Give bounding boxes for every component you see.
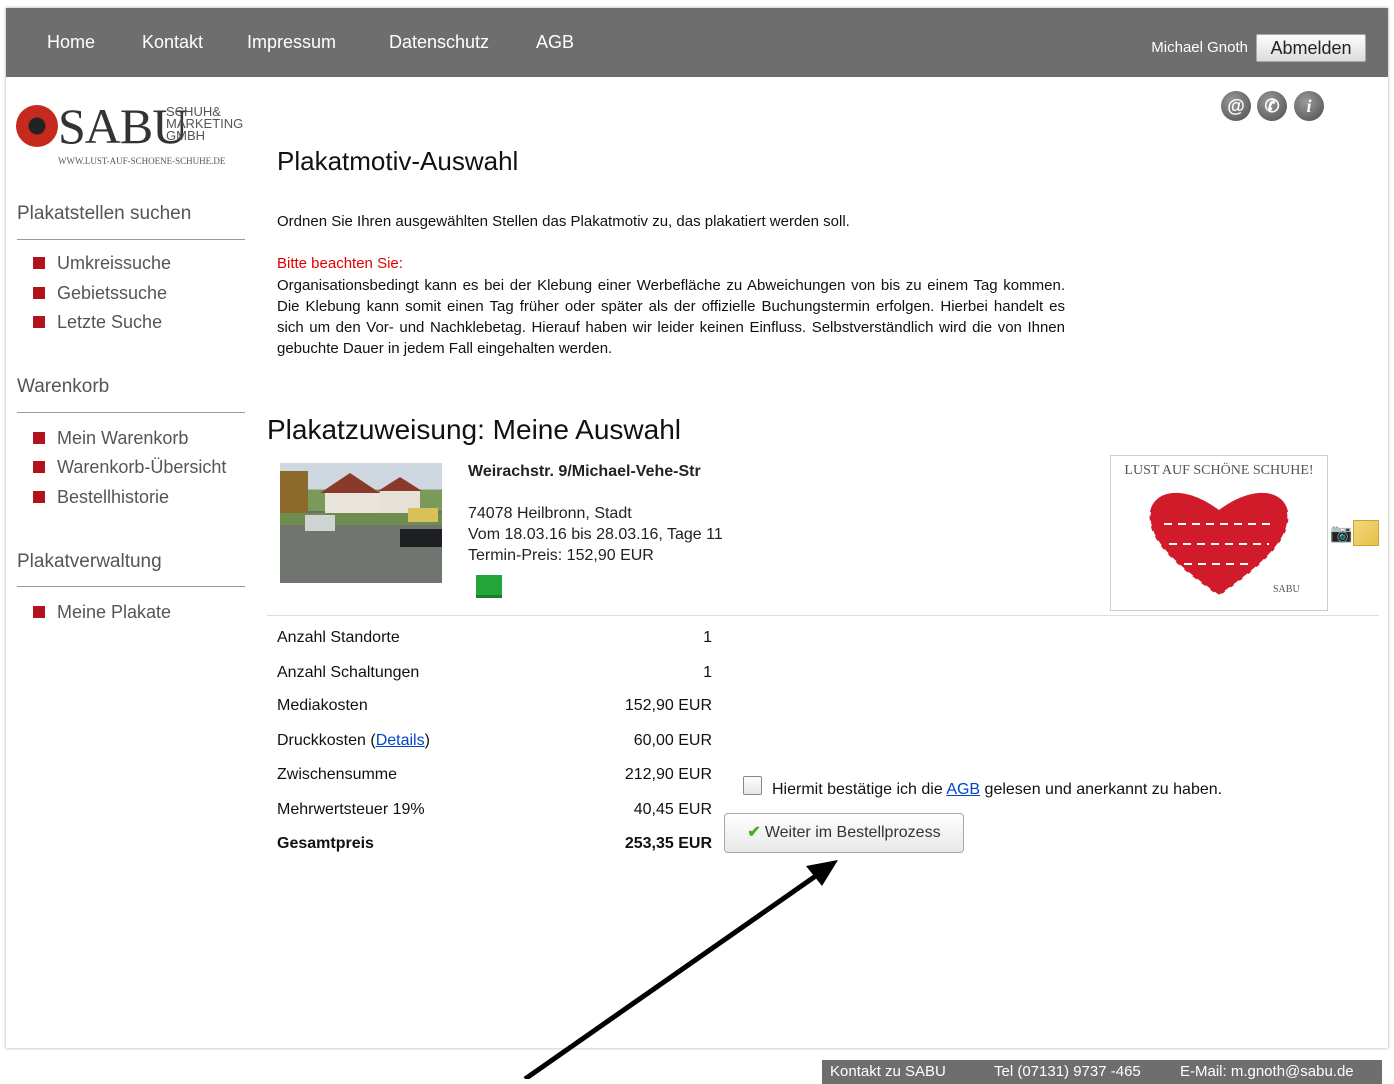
summary-value: 40,45 EUR (633, 801, 712, 818)
sidebar-item-umkreissuche[interactable]: Umkreissuche (33, 253, 171, 274)
bullet-square-icon (33, 432, 45, 444)
bullet-square-icon (33, 257, 45, 269)
phone-icon[interactable]: ✆ (1257, 91, 1287, 121)
location-city: 74078 Heilbronn, Stadt (468, 505, 632, 522)
summary-label: Zwischensumme (277, 766, 398, 783)
sidebar-item-gebietssuche[interactable]: Gebietssuche (33, 283, 167, 304)
bullet-square-icon (33, 606, 45, 618)
billboard-type-icon (476, 575, 502, 598)
checkmark-icon: ✔ (747, 824, 761, 841)
sidebar-heading-search: Plakatstellen suchen (17, 203, 192, 224)
location-photo[interactable] (280, 463, 442, 583)
page-container: Home Kontakt Impressum Datenschutz AGB M… (6, 8, 1388, 1048)
notice-heading: Bitte beachten Sie: (277, 255, 403, 272)
footer-email[interactable]: E-Mail: m.gnoth@sabu.de (1180, 1060, 1354, 1084)
heart-shoes-image (1148, 492, 1290, 597)
continue-order-button[interactable]: ✔ Weiter im Bestellprozess (724, 813, 964, 853)
bullet-square-icon (33, 491, 45, 503)
section-divider (267, 615, 1379, 616)
sidebar-item-meine-plakate[interactable]: Meine Plakate (33, 602, 171, 623)
intro-text: Ordnen Sie Ihren ausgewählten Stellen da… (277, 213, 850, 230)
notice-text: Organisationsbedingt kann es bei der Kle… (277, 277, 1065, 357)
bullet-square-icon (33, 461, 45, 473)
location-period: Vom 18.03.16 bis 28.03.16, Tage 11 (468, 526, 723, 543)
sidebar-heading-warenkorb: Warenkorb (17, 376, 110, 397)
at-icon[interactable]: @ (1221, 91, 1251, 121)
section-title: Plakatzuweisung: Meine Auswahl (267, 414, 682, 445)
location-price: Termin-Preis: 152,90 EUR (468, 547, 654, 564)
camera-icon[interactable]: 📷 (1330, 523, 1352, 544)
nav-agb[interactable]: AGB (536, 32, 574, 53)
agb-link[interactable]: AGB (946, 781, 980, 798)
summary-label-druckkosten: Druckkosten (Details) (277, 732, 430, 749)
agb-checkbox[interactable] (743, 776, 762, 795)
nav-kontakt[interactable]: Kontakt (142, 32, 203, 53)
location-street: Weirachstr. 9/Michael-Vehe-Str (468, 463, 701, 480)
agb-confirm-text: Hiermit bestätige ich die AGB gelesen un… (772, 781, 1223, 798)
sidebar-item-letzte-suche[interactable]: Letzte Suche (33, 312, 162, 333)
nav-impressum[interactable]: Impressum (247, 32, 336, 53)
sidebar-item-bestellhistorie[interactable]: Bestellhistorie (33, 487, 169, 508)
poster-brand: SABU (1273, 584, 1300, 595)
sidebar-divider (17, 586, 245, 587)
footer-contact-bar: Kontakt zu SABU Tel (07131) 9737 -465 E-… (822, 1060, 1382, 1084)
details-link[interactable]: Details (376, 732, 425, 749)
sidebar-divider (17, 412, 245, 413)
summary-value: 152,90 EUR (624, 697, 712, 714)
bullet-square-icon (33, 287, 45, 299)
summary-value: 212,90 EUR (624, 766, 712, 783)
poster-motif[interactable]: LUST AUF SCHÖNE SCHUHE! SABU (1110, 455, 1328, 611)
bullet-square-icon (33, 316, 45, 328)
sabu-logo[interactable]: SABU SCHUH& MARKETING GMBH WWW.LUST-AUF-SC… (16, 98, 256, 166)
footer-phone: Tel (07131) 9737 -465 (994, 1063, 1141, 1080)
summary-value: 1 (703, 629, 712, 646)
total-value: 253,35 EUR (624, 835, 712, 852)
flower-logo-icon (16, 105, 58, 147)
summary-value: 60,00 EUR (633, 732, 712, 749)
sidebar-divider (17, 239, 245, 240)
sidebar-item-mein-warenkorb[interactable]: Mein Warenkorb (33, 428, 188, 449)
sidebar-heading-plakatverwaltung: Plakatverwaltung (17, 551, 162, 572)
info-icon[interactable]: i (1294, 91, 1324, 121)
top-navigation-bar: Home Kontakt Impressum Datenschutz AGB M… (6, 8, 1388, 77)
logo-url: WWW.LUST-AUF-SCHOENE-SCHUHE.DE (58, 156, 226, 166)
summary-label: Mediakosten (277, 697, 368, 714)
map-icon[interactable] (1353, 520, 1379, 546)
summary-value: 1 (703, 664, 712, 681)
summary-label: Anzahl Schaltungen (277, 664, 420, 681)
nav-home[interactable]: Home (47, 32, 95, 53)
logout-button[interactable]: Abmelden (1256, 34, 1366, 62)
page-title: Plakatmotiv-Auswahl (277, 146, 519, 176)
footer-contact[interactable]: Kontakt zu SABU (830, 1060, 946, 1084)
total-label: Gesamtpreis (277, 835, 374, 852)
nav-datenschutz[interactable]: Datenschutz (389, 32, 489, 53)
summary-label: Anzahl Standorte (277, 629, 400, 646)
sidebar-item-warenkorb-uebersicht[interactable]: Warenkorb-Übersicht (33, 457, 226, 478)
summary-label: Mehrwertsteuer 19% (277, 801, 425, 818)
poster-title: LUST AUF SCHÖNE SCHUHE! (1124, 463, 1314, 478)
logo-subtitle: SCHUH& MARKETING GMBH (166, 104, 244, 143)
logged-in-user: Michael Gnoth (1151, 39, 1248, 56)
